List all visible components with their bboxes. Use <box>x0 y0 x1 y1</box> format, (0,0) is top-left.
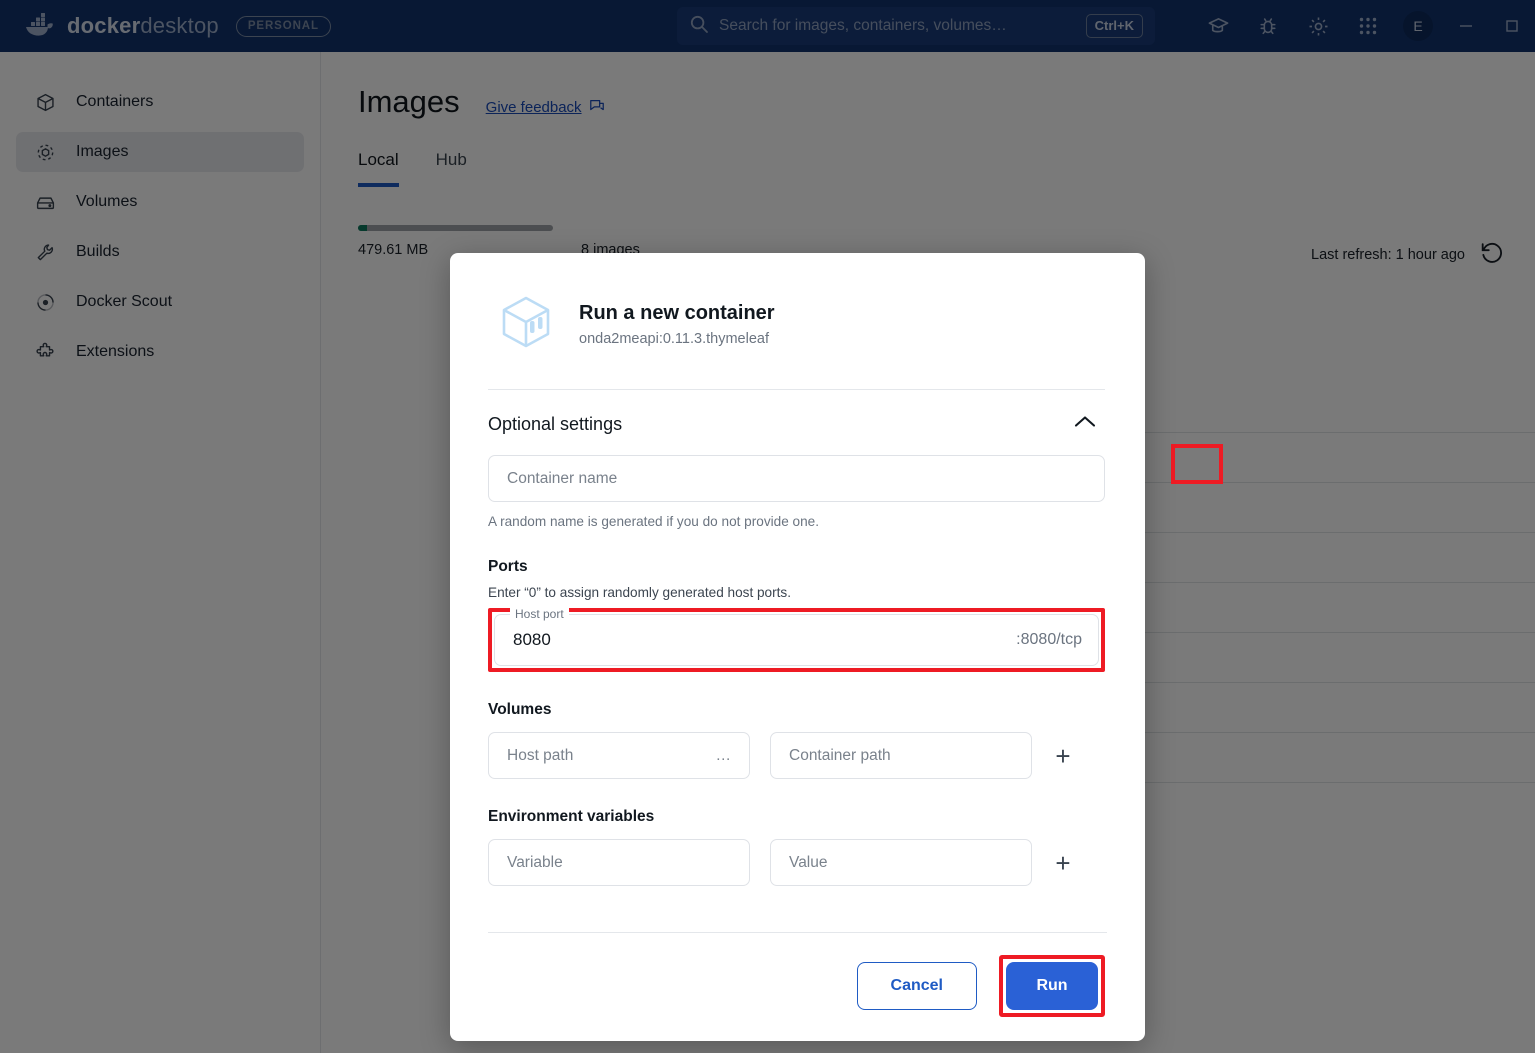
ports-heading: Ports <box>488 558 528 575</box>
cancel-button[interactable]: Cancel <box>856 962 977 1010</box>
add-volume-icon[interactable]: + <box>1052 743 1074 769</box>
env-variable-placeholder: Variable <box>507 853 563 871</box>
dialog-footer: Cancel Run <box>488 932 1107 1041</box>
env-value-placeholder: Value <box>789 853 828 871</box>
add-env-icon[interactable]: + <box>1052 850 1074 876</box>
dialog-title-block: Run a new container onda2meapi:0.11.3.th… <box>579 302 775 347</box>
container-port-suffix: :8080/tcp <box>1016 631 1082 648</box>
host-path-input[interactable]: Host path … <box>488 732 750 779</box>
ports-help-text: Enter “0” to assign randomly generated h… <box>488 585 791 600</box>
host-port-label: Host port <box>510 607 569 621</box>
host-port-input[interactable]: Host port 8080 :8080/tcp <box>494 607 1099 666</box>
optional-settings-toggle[interactable]: Optional settings <box>488 390 1105 455</box>
dialog-header: Run a new container onda2meapi:0.11.3.th… <box>450 253 1145 358</box>
chevron-up-icon <box>1073 414 1097 435</box>
host-port-highlight-box: Host port 8080 :8080/tcp <box>488 607 1105 672</box>
run-new-container-dialog: Run a new container onda2meapi:0.11.3.th… <box>450 253 1145 1041</box>
container-path-input[interactable]: Container path <box>770 732 1032 779</box>
container-path-placeholder: Container path <box>789 746 891 764</box>
host-port-value: 8080 <box>513 630 551 649</box>
volumes-heading: Volumes <box>488 701 552 718</box>
container-cube-icon <box>495 291 557 358</box>
dialog-title: Run a new container <box>579 302 775 324</box>
docker-desktop-window: dockerdesktop PERSONAL Search for images… <box>0 0 1535 1053</box>
dialog-body: Optional settings Container name A rando… <box>450 358 1145 932</box>
run-button[interactable]: Run <box>1006 962 1098 1010</box>
host-path-browse-icon[interactable]: … <box>716 747 732 765</box>
run-button-highlight-box: Run <box>999 955 1105 1017</box>
environment-variables-heading: Environment variables <box>488 808 655 825</box>
run-image-highlight-box <box>1171 444 1223 484</box>
dialog-image-tag: onda2meapi:0.11.3.thymeleaf <box>579 331 769 347</box>
host-path-placeholder: Host path <box>507 746 574 764</box>
container-name-input[interactable]: Container name <box>488 455 1105 502</box>
environment-variables-row: Variable Value + <box>488 839 1105 886</box>
optional-settings-label: Optional settings <box>488 414 623 434</box>
container-name-help-text: A random name is generated if you do not… <box>488 514 819 529</box>
volumes-row: Host path … Container path + <box>488 732 1105 779</box>
env-value-input[interactable]: Value <box>770 839 1032 886</box>
container-name-placeholder: Container name <box>507 469 618 487</box>
env-variable-input[interactable]: Variable <box>488 839 750 886</box>
